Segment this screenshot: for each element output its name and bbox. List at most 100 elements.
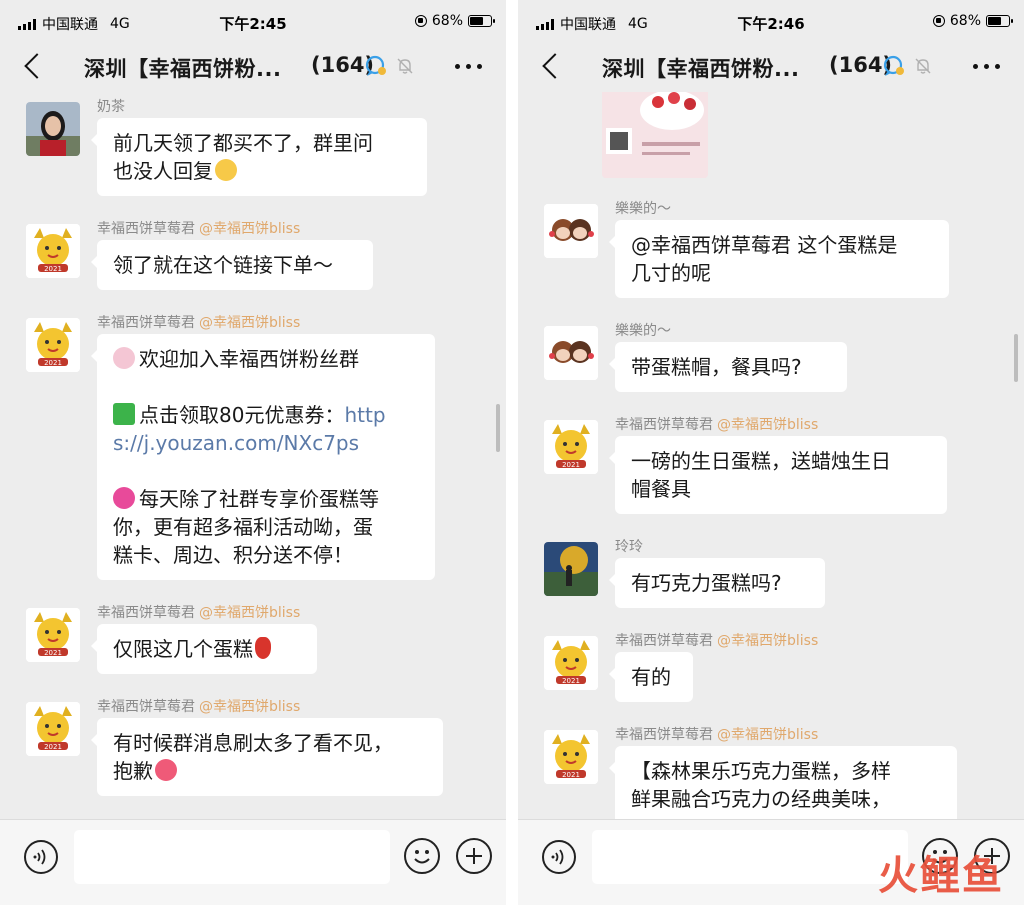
battery-percent: 68%: [949, 13, 981, 29]
message-bubble[interactable]: 一磅的生日蛋糕，送蜡烛生日 帽餐具: [609, 436, 947, 514]
sender-name: 幸福西饼草莓君 @幸福西饼bliss: [615, 724, 818, 744]
message-list[interactable]: 樂樂的～ @幸福西饼草莓君 这个蛋糕是 几寸的呢 樂樂的～ 带蛋糕帽，餐具吗? …: [518, 92, 1024, 820]
heart-emoji-icon: [113, 487, 135, 509]
scrollbar[interactable]: [496, 404, 500, 452]
group-title: 深圳【幸福西饼粉...: [84, 57, 282, 81]
mention-tag[interactable]: @幸福西饼bliss: [717, 633, 818, 649]
heart-emoji-icon: [155, 759, 177, 781]
plus-icon[interactable]: [456, 838, 492, 874]
message-line: 帽餐具: [631, 477, 691, 501]
mention-tag[interactable]: @幸福西饼bliss: [199, 605, 300, 621]
message-line: 【森林果乐巧克力蛋糕，多样: [631, 759, 891, 783]
avatar[interactable]: 2021: [544, 730, 598, 784]
message-line: 抱歉: [113, 759, 153, 783]
message-line: 有巧克力蛋糕吗?: [631, 571, 782, 595]
message-line: 有的: [631, 665, 671, 689]
input-bar: [0, 819, 506, 905]
avatar[interactable]: 2021: [26, 702, 80, 756]
svg-text:2021: 2021: [562, 461, 580, 469]
chat-header: 深圳【幸福西饼粉... (164): [518, 44, 1024, 90]
back-icon[interactable]: [24, 53, 50, 79]
avatar[interactable]: 2021: [26, 608, 80, 662]
sender-label: 幸福西饼草莓君: [615, 633, 713, 649]
avatar[interactable]: [544, 204, 598, 258]
watermark-logo: 火鲤鱼: [878, 853, 1004, 899]
message-line: 你，更有超多福利活动呦，蛋: [113, 515, 373, 539]
more-options-icon[interactable]: [973, 64, 1000, 69]
mention-tag[interactable]: @幸福西饼bliss: [199, 221, 300, 237]
message-bubble[interactable]: @幸福西饼草莓君 这个蛋糕是 几寸的呢: [609, 220, 949, 298]
sender-label: 幸福西饼草莓君: [615, 417, 713, 433]
check-mark-icon: [113, 403, 135, 425]
avatar[interactable]: 2021: [544, 636, 598, 690]
chat-screen-right: 中国联通 4G 下午2:46 68% 深圳【幸福西饼粉... (164) 樂樂的…: [518, 0, 1024, 905]
sender-label: 幸福西饼草莓君: [97, 699, 195, 715]
battery-percent: 68%: [431, 13, 463, 29]
sender-name: 奶茶: [97, 99, 125, 115]
message-bubble[interactable]: 【森林果乐巧克力蛋糕，多样 鲜果融合巧克力の经典美味，: [609, 746, 957, 820]
message-line: 几寸的呢: [631, 261, 711, 285]
group-title: 深圳【幸福西饼粉...: [602, 57, 800, 81]
sender-name: 幸福西饼草莓君 @幸福西饼bliss: [97, 312, 300, 332]
mention-tag[interactable]: @幸福西饼bliss: [199, 699, 300, 715]
chat-header: 深圳【幸福西饼粉... (164): [0, 44, 506, 90]
voice-icon[interactable]: [24, 840, 58, 874]
coupon-link[interactable]: s://j.youzan.com/NXc7ps: [113, 429, 419, 457]
rotation-lock-icon: [932, 15, 945, 27]
rose-emoji-icon: [255, 637, 271, 659]
rotation-lock-icon: [414, 15, 427, 27]
scrollbar[interactable]: [1014, 334, 1018, 382]
message-line: 一磅的生日蛋糕，送蜡烛生日: [631, 449, 891, 473]
avatar[interactable]: [26, 102, 80, 156]
avatar[interactable]: 2021: [544, 420, 598, 474]
sender-label: 幸福西饼草莓君: [615, 727, 713, 743]
emoji-icon[interactable]: [404, 838, 440, 874]
message-list[interactable]: 奶茶 前几天领了都买不了，群里问 也没人回复 2021 幸福西饼草莓君 @幸福西饼…: [0, 92, 506, 820]
message-input[interactable]: [74, 830, 390, 884]
message-line: 糕卡、周边、积分送不停！: [113, 543, 353, 567]
sender-name: 幸福西饼草莓君 @幸福西饼bliss: [615, 414, 818, 434]
message-input[interactable]: [592, 830, 908, 884]
message-line: 欢迎加入幸福西饼粉丝群: [139, 347, 359, 371]
image-message[interactable]: [602, 92, 708, 178]
message-bubble[interactable]: 带蛋糕帽，餐具吗?: [609, 342, 847, 392]
message-bubble[interactable]: 有时候群消息刷太多了看不见， 抱歉: [91, 718, 443, 796]
message-line: 领了就在这个链接下单～: [113, 253, 333, 277]
avatar[interactable]: 2021: [26, 318, 80, 372]
mention-tag[interactable]: @幸福西饼bliss: [717, 417, 818, 433]
sender-label: 幸福西饼草莓君: [97, 605, 195, 621]
message-bubble[interactable]: 前几天领了都买不了，群里问 也没人回复: [91, 118, 427, 196]
message-line: 点击领取80元优惠券：: [139, 403, 345, 427]
chat-screen-left: 中国联通 4G 下午2:45 68% 深圳【幸福西饼粉... (164) 奶茶 …: [0, 0, 506, 905]
avatar[interactable]: [544, 542, 598, 596]
avatar[interactable]: 2021: [26, 224, 80, 278]
mention-tag[interactable]: @幸福西饼bliss: [717, 727, 818, 743]
message-bubble[interactable]: 仅限这几个蛋糕: [91, 624, 317, 674]
sender-name: 幸福西饼草莓君 @幸福西饼bliss: [97, 696, 300, 716]
mention-tag[interactable]: @幸福西饼bliss: [199, 315, 300, 331]
coupon-link[interactable]: http: [344, 403, 385, 427]
message-bubble[interactable]: 领了就在这个链接下单～: [91, 240, 373, 290]
svg-text:2021: 2021: [44, 649, 62, 657]
message-line: 也没人回复: [113, 159, 213, 183]
sender-label: 幸福西饼草莓君: [97, 315, 195, 331]
battery-icon: [986, 15, 1013, 27]
more-options-icon[interactable]: [455, 64, 482, 69]
sender-name: 樂樂的～: [615, 201, 671, 217]
back-icon[interactable]: [542, 53, 568, 79]
status-bar: 中国联通 4G 下午2:45 68%: [0, 0, 506, 44]
mute-bell-icon: [915, 58, 931, 74]
battery-icon: [468, 15, 495, 27]
svg-text:2021: 2021: [44, 265, 62, 273]
message-bubble[interactable]: 有的: [609, 652, 693, 702]
sender-label: 幸福西饼草莓君: [97, 221, 195, 237]
sender-name: 玲玲: [615, 539, 643, 555]
avatar[interactable]: [544, 326, 598, 380]
voice-icon[interactable]: [542, 840, 576, 874]
message-bubble[interactable]: 欢迎加入幸福西饼粉丝群 点击领取80元优惠券：http s://j.youzan…: [91, 334, 435, 580]
svg-text:2021: 2021: [562, 677, 580, 685]
message-line: 每天除了社群专享价蛋糕等: [139, 487, 379, 511]
sender-name: 幸福西饼草莓君 @幸福西饼bliss: [615, 630, 818, 650]
message-bubble[interactable]: 有巧克力蛋糕吗?: [609, 558, 825, 608]
group-badge-icon: [883, 55, 904, 76]
